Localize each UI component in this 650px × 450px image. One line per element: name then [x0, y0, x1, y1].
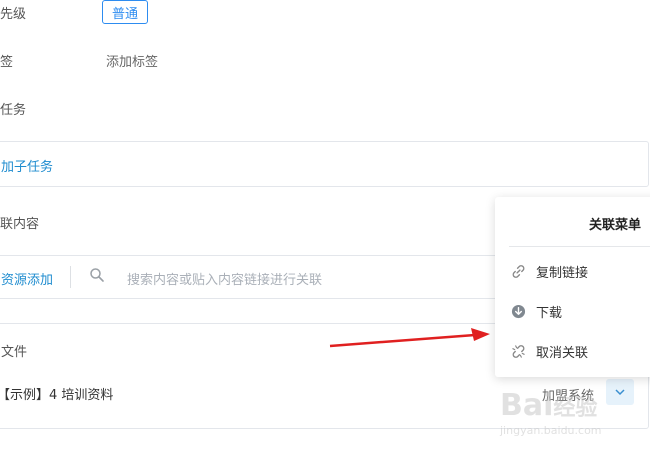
- watermark-brand-cn: 经验: [553, 396, 598, 421]
- divider: [70, 266, 71, 288]
- priority-label: 先级: [0, 7, 27, 22]
- add-tag-button[interactable]: 添加标签: [106, 51, 158, 70]
- menu-item-unlink[interactable]: 取消关联: [511, 331, 588, 371]
- search-input[interactable]: 搜索内容或贴入内容链接进行关联: [127, 269, 322, 288]
- file-name[interactable]: 【示例】4 培训资料: [0, 384, 113, 403]
- watermark-brand: Bai: [500, 388, 554, 423]
- search-icon: [89, 267, 105, 283]
- file-dropdown-button[interactable]: [606, 379, 634, 405]
- priority-badge[interactable]: 普通: [102, 0, 148, 24]
- subtask-label: 任务: [0, 103, 27, 118]
- subtask-box: 加子任务: [0, 141, 649, 187]
- menu-item-label: 复制链接: [536, 265, 589, 281]
- resource-add-button[interactable]: 资源添加: [1, 269, 53, 288]
- add-subtask-button[interactable]: 加子任务: [1, 156, 53, 175]
- related-context-menu: 关联菜单 复制链接 下载 取消关联: [495, 197, 650, 377]
- download-icon: [511, 304, 526, 318]
- red-arrow-annotation: [329, 328, 490, 348]
- menu-divider: [509, 246, 650, 247]
- menu-item-download[interactable]: 下载: [511, 291, 562, 331]
- unlink-icon: [512, 344, 525, 358]
- watermark-url: jingyan.baidu.com: [500, 424, 602, 437]
- menu-item-label: 取消关联: [536, 345, 589, 361]
- menu-title: 关联菜单: [589, 218, 642, 233]
- menu-item-label: 下载: [536, 305, 563, 321]
- link-icon: [512, 264, 525, 278]
- tag-label: 签: [0, 55, 14, 70]
- watermark-logo: Bai经验: [500, 388, 597, 423]
- menu-item-copy-link[interactable]: 复制链接: [511, 251, 588, 291]
- related-content-label: 联内容: [0, 217, 40, 232]
- file-label: 文件: [1, 345, 28, 360]
- chevron-down-icon: [615, 389, 625, 396]
